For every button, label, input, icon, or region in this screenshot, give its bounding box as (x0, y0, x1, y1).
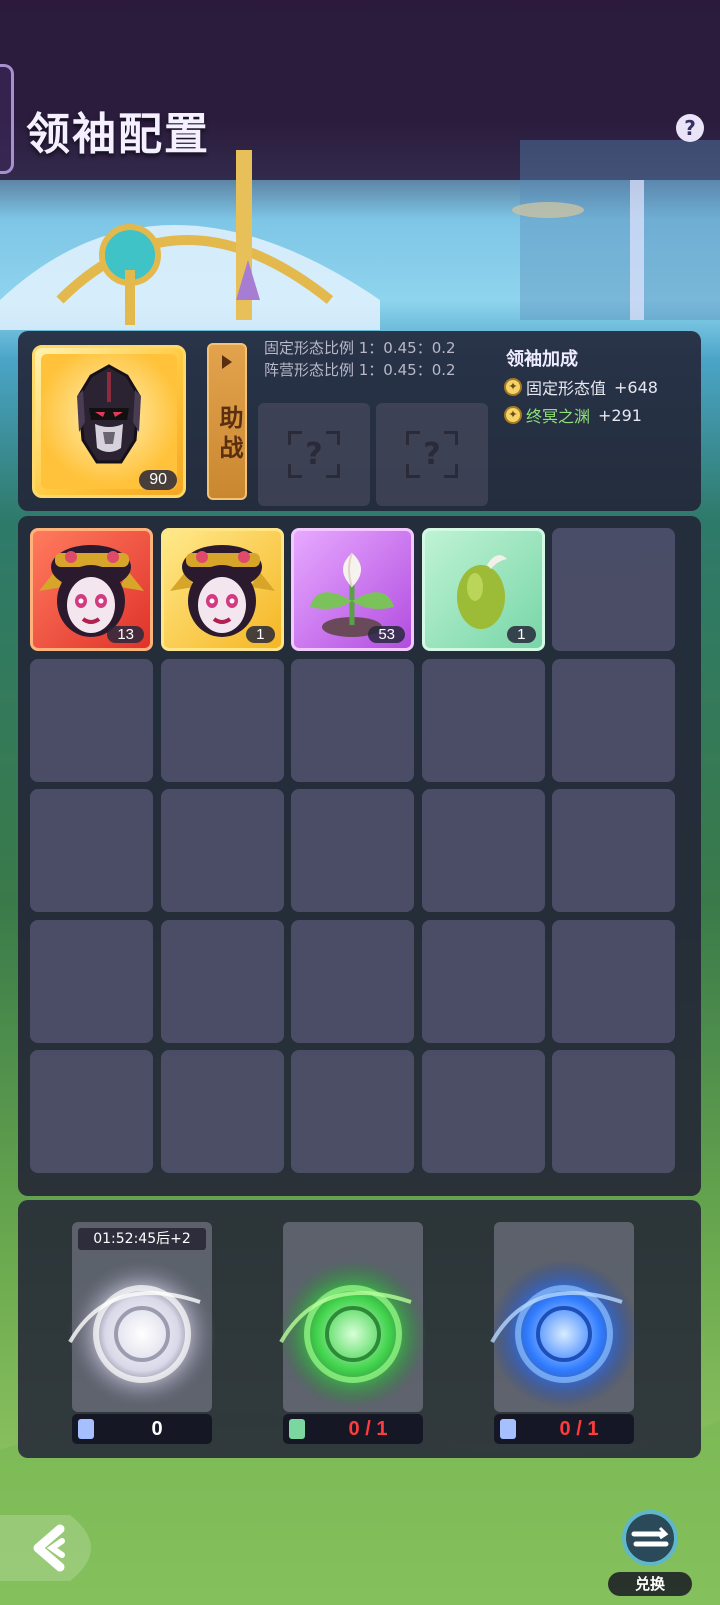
bonus-value: +648 (614, 377, 658, 397)
empty-support-slot-1[interactable]: ? (258, 403, 370, 506)
green-vortex-icon (279, 1260, 427, 1408)
portal-count: 0 / 1 (559, 1418, 599, 1440)
fixed-form-ratio: 固定形态比例 1：0.45：0.2 (264, 339, 456, 357)
bonus-value: +291 (598, 405, 642, 425)
inventory-item-sprout-plant[interactable]: 53 (291, 528, 414, 651)
bonus-row-abyss: ✦ 终冥之渊 +291 (504, 403, 642, 427)
white-vortex-icon (68, 1260, 216, 1408)
leader-card[interactable]: 90 (32, 345, 186, 498)
portal-counter: 0 / 1 (283, 1414, 423, 1444)
bonus-label: 固定形态值 (526, 379, 607, 398)
star-coin-icon: ✦ (504, 378, 522, 396)
portal-white[interactable]: 01:52:45后+2 0 (68, 1222, 216, 1446)
empty-inventory-slot[interactable] (552, 789, 675, 912)
portal-count: 0 (151, 1418, 163, 1440)
summon-portals-panel: 01:52:45后+2 0 0 / 1 0 / 1 (18, 1200, 701, 1458)
star-coin-icon: ✦ (504, 406, 522, 424)
empty-inventory-slot[interactable] (160, 919, 284, 1043)
empty-inventory-slot[interactable] (291, 789, 414, 912)
empty-inventory-slot[interactable] (30, 1050, 153, 1173)
empty-inventory-slot[interactable] (160, 1050, 284, 1173)
inventory-item-green-seed[interactable]: 1 (421, 528, 545, 651)
exchange-label: 兑换 (608, 1572, 692, 1596)
ticket-icon (500, 1419, 516, 1439)
empty-inventory-slot[interactable] (30, 919, 153, 1043)
empty-inventory-slot[interactable] (291, 919, 414, 1043)
portal-count: 0 / 1 (348, 1418, 388, 1440)
leader-panel: 90 助战 固定形态比例 1：0.45：0.2 阵营形态比例 1：0.45：0.… (18, 331, 701, 511)
item-count-badge: 1 (507, 626, 536, 643)
camp-form-ratio: 阵营形态比例 1：0.45：0.2 (264, 361, 456, 379)
exchange-icon (622, 1510, 678, 1566)
empty-inventory-slot[interactable] (291, 658, 414, 782)
empty-inventory-slot[interactable] (30, 789, 153, 912)
empty-inventory-slot[interactable] (421, 658, 545, 782)
empty-inventory-slot[interactable] (160, 789, 284, 912)
empty-inventory-slot[interactable] (421, 789, 545, 912)
back-button[interactable] (0, 1505, 112, 1591)
play-icon (222, 355, 232, 369)
assist-battle-button[interactable]: 助战 (207, 343, 247, 500)
leader-bonus-title: 领袖加成 (506, 349, 578, 370)
portal-blue[interactable]: 0 / 1 (490, 1222, 638, 1446)
blue-vortex-icon (490, 1260, 638, 1408)
exchange-button[interactable]: 兑换 (604, 1508, 696, 1598)
unknown-icon: ? (423, 437, 441, 472)
help-button[interactable]: ? (676, 114, 704, 142)
empty-inventory-slot[interactable] (30, 658, 153, 782)
empty-inventory-slot[interactable] (160, 658, 284, 782)
bonus-row-fixed: ✦ 固定形态值 +648 (504, 375, 658, 399)
empty-inventory-slot[interactable] (552, 658, 675, 782)
assist-label: 助战 (215, 405, 244, 465)
empty-inventory-slot[interactable] (552, 919, 675, 1043)
side-tab-edge[interactable] (0, 64, 14, 174)
empty-support-slot-2[interactable]: ? (376, 403, 488, 506)
empty-inventory-slot[interactable] (552, 528, 675, 651)
portal-green[interactable]: 0 / 1 (279, 1222, 427, 1446)
inventory-grid: 13 1 53 1 (18, 516, 701, 1196)
inventory-item-opera-girl[interactable]: 13 (30, 528, 153, 651)
page-title: 领袖配置 (26, 109, 210, 160)
unknown-icon: ? (305, 437, 323, 472)
dark-helmet-icon (69, 362, 149, 476)
item-count-badge: 53 (368, 626, 405, 643)
empty-inventory-slot[interactable] (421, 1050, 545, 1173)
back-arrow-icon (0, 1515, 91, 1581)
item-count-badge: 1 (246, 626, 275, 643)
leader-level-badge: 90 (139, 470, 177, 490)
portal-counter: 0 (72, 1414, 212, 1444)
portal-counter: 0 / 1 (494, 1414, 634, 1444)
inventory-item-opera-girl[interactable]: 1 (160, 528, 284, 651)
portal-timer: 01:52:45后+2 (78, 1228, 206, 1250)
empty-inventory-slot[interactable] (552, 1050, 675, 1173)
empty-inventory-slot[interactable] (291, 1050, 414, 1173)
bonus-label: 终冥之渊 (526, 407, 591, 426)
item-count-badge: 13 (107, 626, 144, 643)
empty-inventory-slot[interactable] (421, 919, 545, 1043)
ticket-icon (78, 1419, 94, 1439)
ticket-icon (289, 1419, 305, 1439)
